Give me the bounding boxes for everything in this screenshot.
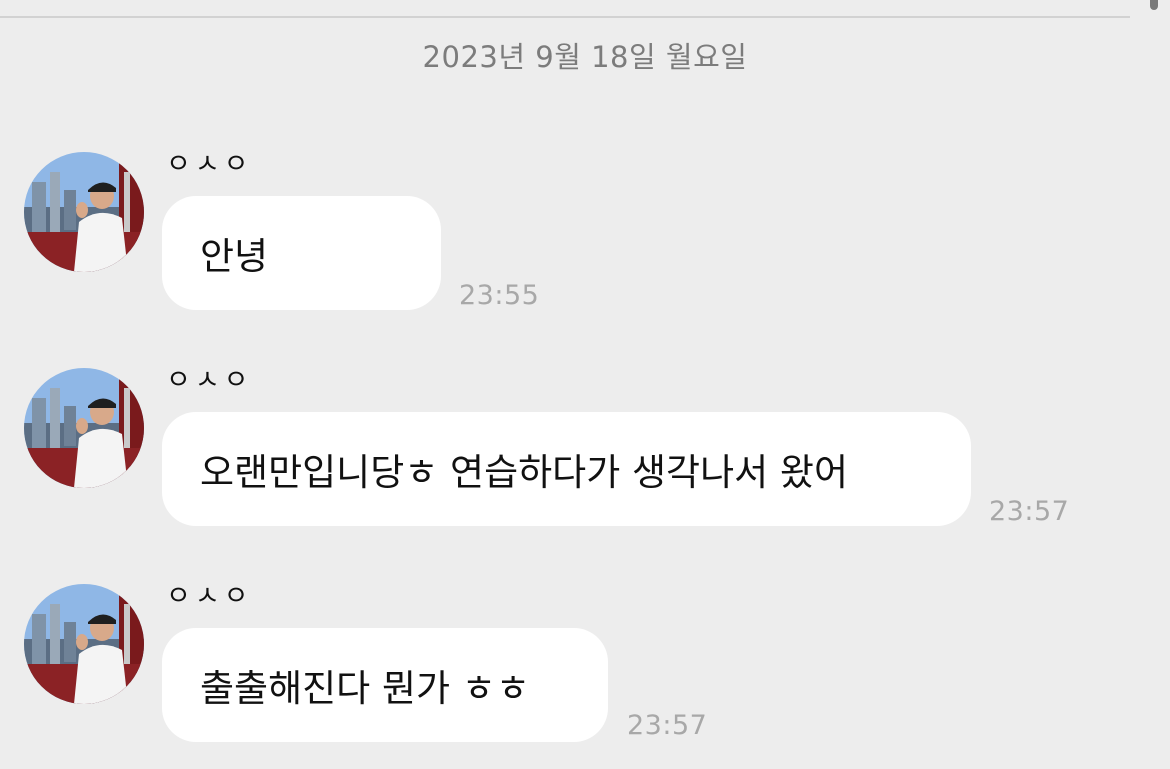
profile-photo-icon[interactable] [24,368,144,488]
message-row: ㅇㅅㅇ 안녕 23:55 [0,149,1170,352]
profile-photo-icon[interactable] [24,584,144,704]
message-text: 출출해진다 뭔가 ㅎㅎ [200,667,530,710]
message-row: ㅇㅅㅇ 출출해진다 뭔가 ㅎㅎ 23:57 [0,581,1170,769]
message-bubble[interactable]: 출출해진다 뭔가 ㅎㅎ [162,628,608,742]
profile-photo-icon[interactable] [24,152,144,272]
sender-name: ㅇㅅㅇ [166,365,253,396]
top-divider [0,16,1130,18]
message-text: 안녕 [200,235,269,278]
chat-window: 2023년 9월 18일 월요일 ㅇㅅㅇ 안녕 23:55 ㅇㅅㅇ 오랜만입니당… [0,0,1170,769]
sender-name: ㅇㅅㅇ [166,581,253,612]
message-time: 23:55 [459,280,540,311]
message-time: 23:57 [627,710,708,741]
sender-name: ㅇㅅㅇ [166,149,253,180]
message-row: ㅇㅅㅇ 오랜만입니당ㅎ 연습하다가 생각나서 왔어 23:57 [0,365,1170,568]
scrollbar-thumb[interactable] [1150,0,1158,10]
message-time: 23:57 [989,496,1070,527]
message-bubble[interactable]: 오랜만입니당ㅎ 연습하다가 생각나서 왔어 [162,412,971,526]
message-bubble[interactable]: 안녕 [162,196,441,310]
date-separator: 2023년 9월 18일 월요일 [422,40,748,74]
message-text: 오랜만입니당ㅎ 연습하다가 생각나서 왔어 [200,451,849,494]
